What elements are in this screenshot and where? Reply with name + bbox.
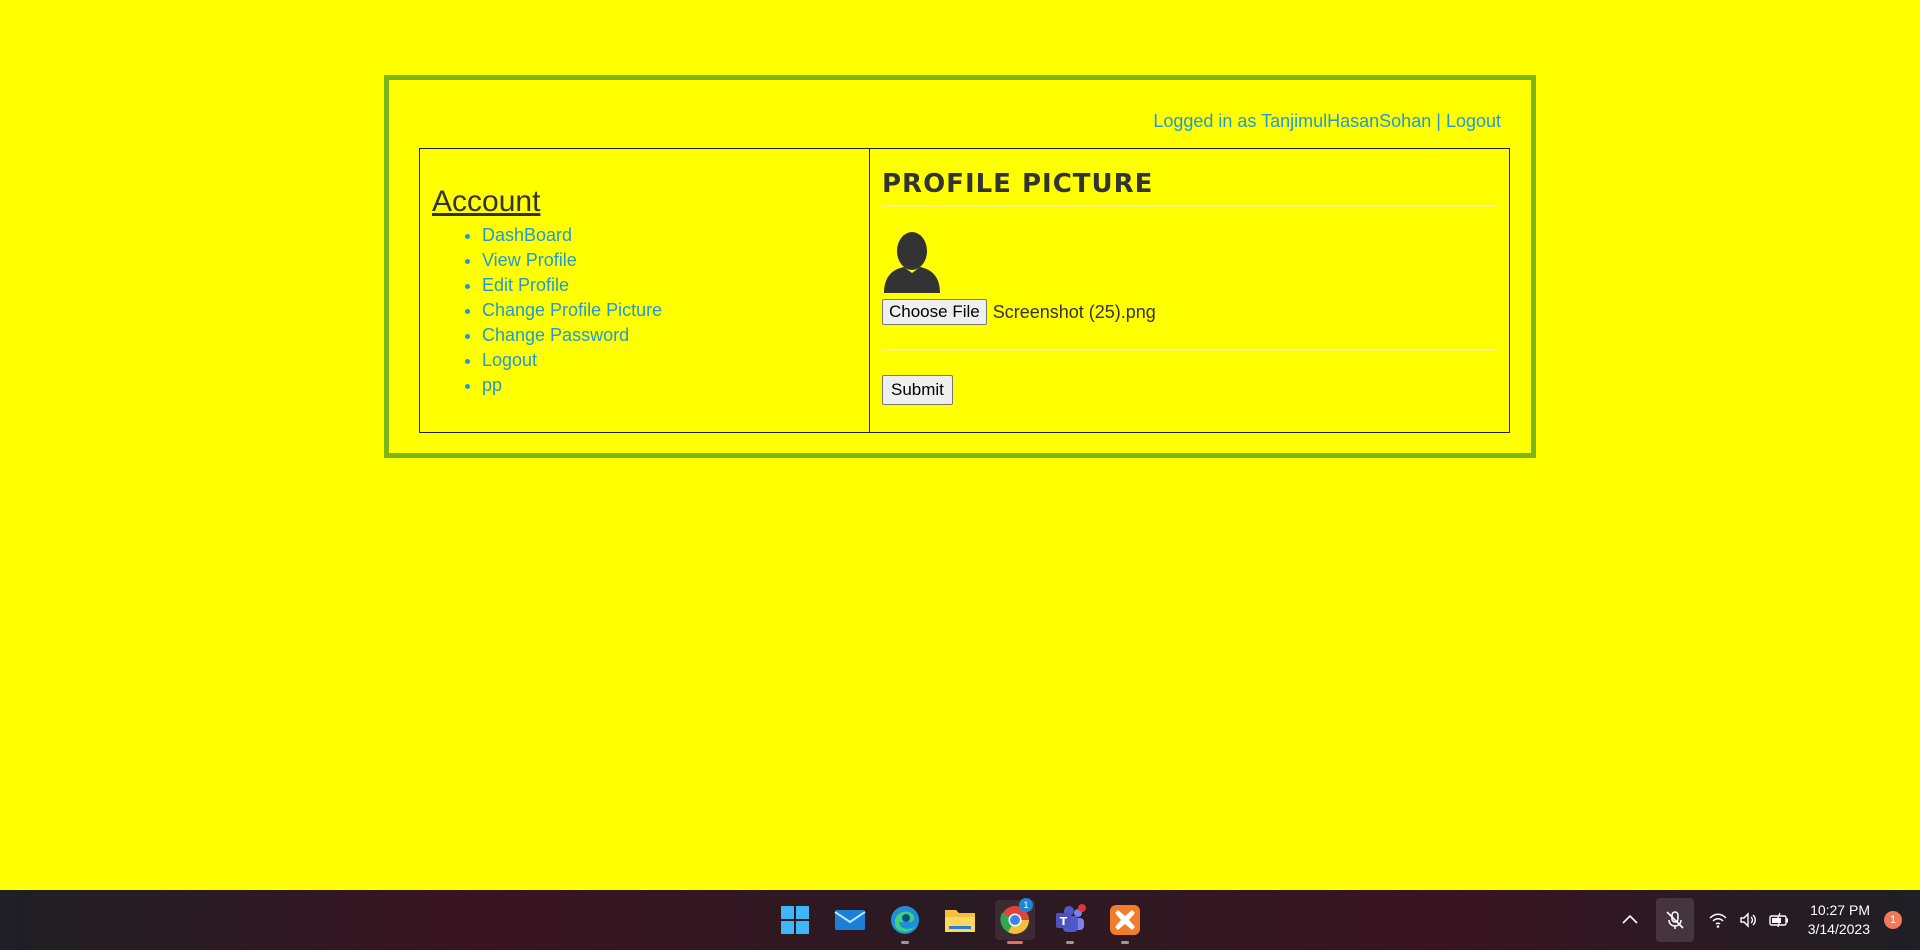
windows-start-icon (781, 906, 809, 934)
chrome-running-indicator (1007, 941, 1023, 944)
svg-text:T: T (1060, 915, 1068, 928)
teams-taskbar-button[interactable]: T (1050, 900, 1090, 944)
mail-icon (834, 910, 866, 930)
sidebar-link-change-profile-picture[interactable]: Change Profile Picture (482, 300, 662, 320)
teams-running-indicator (1066, 941, 1074, 944)
submit-button[interactable]: Submit (882, 375, 953, 405)
start-button[interactable] (775, 900, 815, 940)
battery-charging-icon[interactable] (1768, 910, 1790, 930)
sidebar-item-edit-profile: Edit Profile (482, 273, 857, 298)
sidebar-item-pp: pp (482, 373, 857, 398)
logged-in-user-link[interactable]: Logged in as TanjimulHasanSohan (1153, 111, 1431, 131)
file-input-row: Choose File Screenshot (25).png (882, 299, 1497, 325)
wifi-icon[interactable] (1708, 910, 1728, 930)
sidebar-menu: DashBoard View Profile Edit Profile Chan… (432, 223, 857, 398)
username: TanjimulHasanSohan (1261, 111, 1432, 131)
edge-running-indicator (901, 941, 909, 944)
clock-date: 3/14/2023 (1807, 921, 1870, 937)
sidebar-link-edit-profile[interactable]: Edit Profile (482, 275, 569, 295)
sidebar-item-dashboard: DashBoard (482, 223, 857, 248)
page-title: PROFILE PICTURE (882, 169, 1497, 207)
show-hidden-icons-chevron-up-icon[interactable] (1620, 910, 1640, 930)
notification-badge[interactable]: 1 (1884, 911, 1902, 929)
sidebar-link-dashboard[interactable]: DashBoard (482, 225, 572, 245)
xampp-icon (1110, 905, 1140, 935)
taskbar: 1 T 10:27 PM 3/14/2023 1 (0, 890, 1920, 950)
file-explorer-taskbar-button[interactable] (940, 900, 980, 940)
selected-file-name: Screenshot (25).png (992, 301, 1156, 322)
choose-file-button[interactable]: Choose File (882, 299, 987, 325)
web-page: Logged in as TanjimulHasanSohan | Logout… (0, 0, 1920, 890)
sidebar-link-view-profile[interactable]: View Profile (482, 250, 577, 270)
content-panel: PROFILE PICTURE Choose File Screenshot (… (870, 149, 1509, 432)
logged-in-prefix: Logged in as (1153, 111, 1257, 131)
teams-icon: T (1056, 904, 1086, 932)
microphone-muted-button[interactable] (1656, 898, 1694, 942)
sidebar: Account DashBoard View Profile Edit Prof… (420, 149, 870, 432)
edge-taskbar-button[interactable] (885, 900, 925, 944)
sidebar-link-logout[interactable]: Logout (482, 350, 537, 370)
xampp-running-indicator (1121, 941, 1129, 944)
divider (882, 349, 1497, 351)
xampp-taskbar-button[interactable] (1105, 900, 1145, 944)
sidebar-item-logout: Logout (482, 348, 857, 373)
main-table: Account DashBoard View Profile Edit Prof… (419, 148, 1510, 433)
sidebar-item-change-password: Change Password (482, 323, 857, 348)
page-frame: Logged in as TanjimulHasanSohan | Logout… (384, 75, 1536, 458)
sidebar-link-change-password[interactable]: Change Password (482, 325, 629, 345)
volume-icon[interactable] (1738, 910, 1758, 930)
sidebar-item-change-profile-picture: Change Profile Picture (482, 298, 857, 323)
avatar-placeholder-icon (884, 232, 940, 293)
file-explorer-icon (945, 910, 975, 932)
clock-time: 10:27 PM (1810, 902, 1870, 918)
edge-icon (891, 906, 919, 934)
login-status: Logged in as TanjimulHasanSohan | Logout (1153, 111, 1501, 132)
sidebar-title: Account (432, 185, 541, 218)
sidebar-link-pp[interactable]: pp (482, 375, 502, 395)
chrome-badge: 1 (1019, 898, 1033, 912)
microphone-muted-icon (1666, 911, 1684, 929)
separator: | (1436, 111, 1441, 131)
system-tray (1620, 890, 1790, 950)
sidebar-item-view-profile: View Profile (482, 248, 857, 273)
header-logout-link[interactable]: Logout (1446, 111, 1501, 131)
taskbar-clock[interactable]: 10:27 PM 3/14/2023 (1808, 901, 1870, 939)
mail-taskbar-button[interactable] (830, 900, 870, 940)
chrome-taskbar-button[interactable]: 1 (995, 898, 1035, 944)
